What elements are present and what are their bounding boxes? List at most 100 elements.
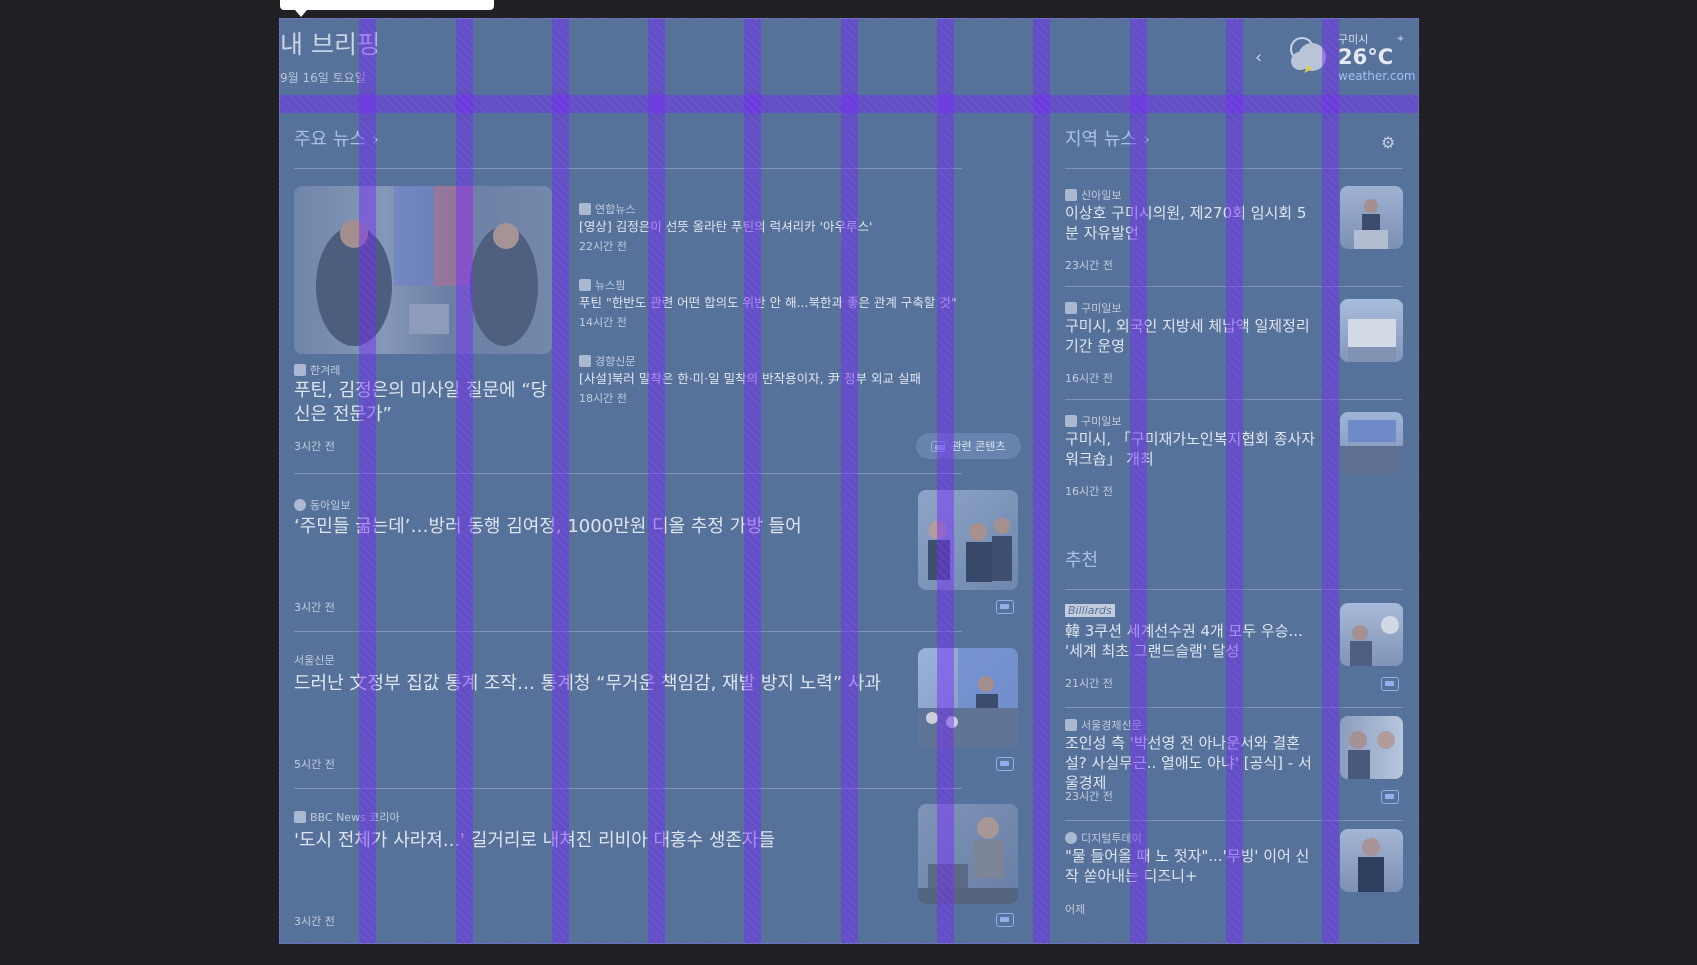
divider xyxy=(294,473,962,474)
source-logo-icon xyxy=(579,279,591,291)
story-thumbnail[interactable] xyxy=(918,490,1018,590)
main-story-image[interactable] xyxy=(294,186,552,354)
source-logo-icon xyxy=(294,811,306,823)
recommended-source-label: Billiards xyxy=(1065,604,1115,617)
recommended-photo xyxy=(1348,731,1395,779)
recommended-headline[interactable]: 조인성 측 '박선영 전 아나운서와 결혼설? 사실무근.. 열애도 아냐' [… xyxy=(1065,733,1320,793)
local-headline[interactable]: 구미시, 외국인 지방세 체납액 일제정리 기간 운영 xyxy=(1065,316,1320,356)
overlay-stripe xyxy=(841,19,858,943)
recommended-thumbnail[interactable] xyxy=(1340,829,1403,892)
story-source: 서울신문 xyxy=(294,652,334,668)
main-story-photo xyxy=(316,186,538,346)
chevron-left-icon[interactable]: ‹ xyxy=(1255,47,1262,68)
story-time: 3시간 전 xyxy=(294,915,335,928)
source-logo-icon xyxy=(1065,719,1077,731)
local-time: 23시간 전 xyxy=(1065,259,1113,272)
recommended-title: 추천 xyxy=(1065,550,1099,571)
local-time: 16시간 전 xyxy=(1065,372,1113,385)
source-logo-icon xyxy=(1065,302,1077,314)
local-photo xyxy=(1348,319,1396,362)
overlay-stripe xyxy=(456,19,473,943)
related-source: 연합뉴스 xyxy=(579,201,635,217)
local-time: 16시간 전 xyxy=(1065,485,1113,498)
briefing-panel: 내 브리핑 9월 16일 토요일 ‹ 구미시 26°C weather.com … xyxy=(279,18,1419,944)
recommended-headline[interactable]: "물 들어올 때 노 젓자"...'무빙' 이어 신작 쏟아내는 디즈니+ xyxy=(1065,846,1320,886)
overlay-stripe xyxy=(744,19,761,943)
recommended-thumbnail[interactable] xyxy=(1340,716,1403,779)
story-thumbnail[interactable] xyxy=(918,804,1018,904)
story-source-label: 동아일보 xyxy=(310,499,351,512)
top-news-title-label: 주요 뉴스 xyxy=(294,129,366,150)
local-source-label: 신아일보 xyxy=(1081,189,1122,202)
related-content-label: 관련 콘텐츠 xyxy=(951,440,1006,453)
recommended-source: Billiards xyxy=(1065,604,1115,617)
source-logo-icon xyxy=(1065,415,1077,427)
main-story-source: 한겨레 xyxy=(294,362,340,378)
tooltip xyxy=(280,0,494,17)
recommended-time: 어제 xyxy=(1065,903,1086,916)
story-source: 동아일보 xyxy=(294,497,350,513)
related-source-label: 연합뉴스 xyxy=(595,203,636,216)
local-headline[interactable]: 이상호 구미시의원, 제270회 임시회 5분 자유발언 xyxy=(1065,203,1320,243)
local-source: 구미일보 xyxy=(1065,300,1121,316)
local-photo xyxy=(1354,199,1388,249)
related-time: 22시간 전 xyxy=(579,240,627,253)
divider xyxy=(294,788,962,789)
related-source: 뉴스핌 xyxy=(579,277,625,293)
story-photo xyxy=(928,518,1012,582)
source-logo-icon xyxy=(579,203,591,215)
local-source-label: 구미일보 xyxy=(1081,302,1122,315)
local-headline[interactable]: 구미시, 「구미재가노인복지협회 종사자 워크숍」 개최 xyxy=(1065,429,1320,469)
related-content-icon[interactable] xyxy=(996,600,1014,614)
related-content-icon[interactable] xyxy=(1381,790,1399,804)
source-logo-icon xyxy=(579,355,591,367)
main-story-headline[interactable]: 푸틴, 김정은의 미사일 질문에 “당신은 전문가” xyxy=(294,379,556,427)
local-thumbnail[interactable] xyxy=(1340,412,1403,475)
related-content-icon[interactable] xyxy=(996,757,1014,771)
page-date: 9월 16일 토요일 xyxy=(280,71,366,85)
location-icon[interactable]: ⌖ xyxy=(1397,31,1404,46)
recommended-time: 23시간 전 xyxy=(1065,790,1113,803)
related-headline[interactable]: 푸틴 "한반도 관련 어떤 합의도 위반 안 해...북한과 좋은 관계 구축할… xyxy=(579,292,957,311)
story-thumbnail[interactable] xyxy=(918,648,1018,748)
main-story-time: 3시간 전 xyxy=(294,440,335,453)
recommended-thumbnail[interactable] xyxy=(1340,603,1403,666)
overlay-stripe xyxy=(359,19,376,943)
related-source: 경향신문 xyxy=(579,353,635,369)
local-photo xyxy=(1340,420,1403,475)
overlay-stripe xyxy=(1226,19,1243,943)
overlay-stripe xyxy=(1322,19,1339,943)
related-content-icon[interactable] xyxy=(996,913,1014,927)
source-logo-icon xyxy=(1065,189,1077,201)
local-thumbnail[interactable] xyxy=(1340,186,1403,249)
source-logo-icon xyxy=(294,499,306,511)
local-thumbnail[interactable] xyxy=(1340,299,1403,362)
overlay-stripe xyxy=(552,19,569,943)
story-photo xyxy=(918,648,1018,748)
story-photo xyxy=(918,817,1018,904)
main-story-source-label: 한겨레 xyxy=(310,364,341,377)
source-logo-icon xyxy=(1065,832,1077,844)
story-headline[interactable]: 드러난 文정부 집값 통계 조작… 통계청 “무거운 책임감, 재발 방지 노력… xyxy=(294,669,881,695)
overlay-stripe xyxy=(648,19,665,943)
local-source: 신아일보 xyxy=(1065,187,1121,203)
story-time: 5시간 전 xyxy=(294,758,335,771)
recommended-headline[interactable]: 韓 3쿠션 세계선수권 4개 모두 우승... '세계 최초 그랜드슬램' 달성 xyxy=(1065,621,1320,661)
recommended-photo xyxy=(1358,838,1384,892)
related-content-button[interactable]: 관련 콘텐츠 xyxy=(916,433,1021,459)
source-logo-icon xyxy=(294,364,306,376)
related-time: 14시간 전 xyxy=(579,316,627,329)
related-headline[interactable]: [영상] 김정은이 선뜻 올라탄 푸틴의 럭셔리카 '아우루스' xyxy=(579,216,872,235)
tune-icon[interactable]: ⚙ xyxy=(1381,133,1395,152)
story-source-label: BBC News 코리아 xyxy=(310,811,400,824)
related-content-icon[interactable] xyxy=(1381,677,1399,691)
local-news-title-label: 지역 뉴스 xyxy=(1065,129,1137,150)
story-source: BBC News 코리아 xyxy=(294,809,400,825)
overlay-stripe xyxy=(937,19,954,943)
recommended-time: 21시간 전 xyxy=(1065,677,1113,690)
related-source-label: 뉴스핌 xyxy=(595,279,626,292)
weather-temperature: 26°C xyxy=(1338,45,1394,69)
local-source-label: 구미일보 xyxy=(1081,415,1122,428)
divider xyxy=(294,168,962,169)
weather-source-link[interactable]: weather.com xyxy=(1338,69,1416,83)
